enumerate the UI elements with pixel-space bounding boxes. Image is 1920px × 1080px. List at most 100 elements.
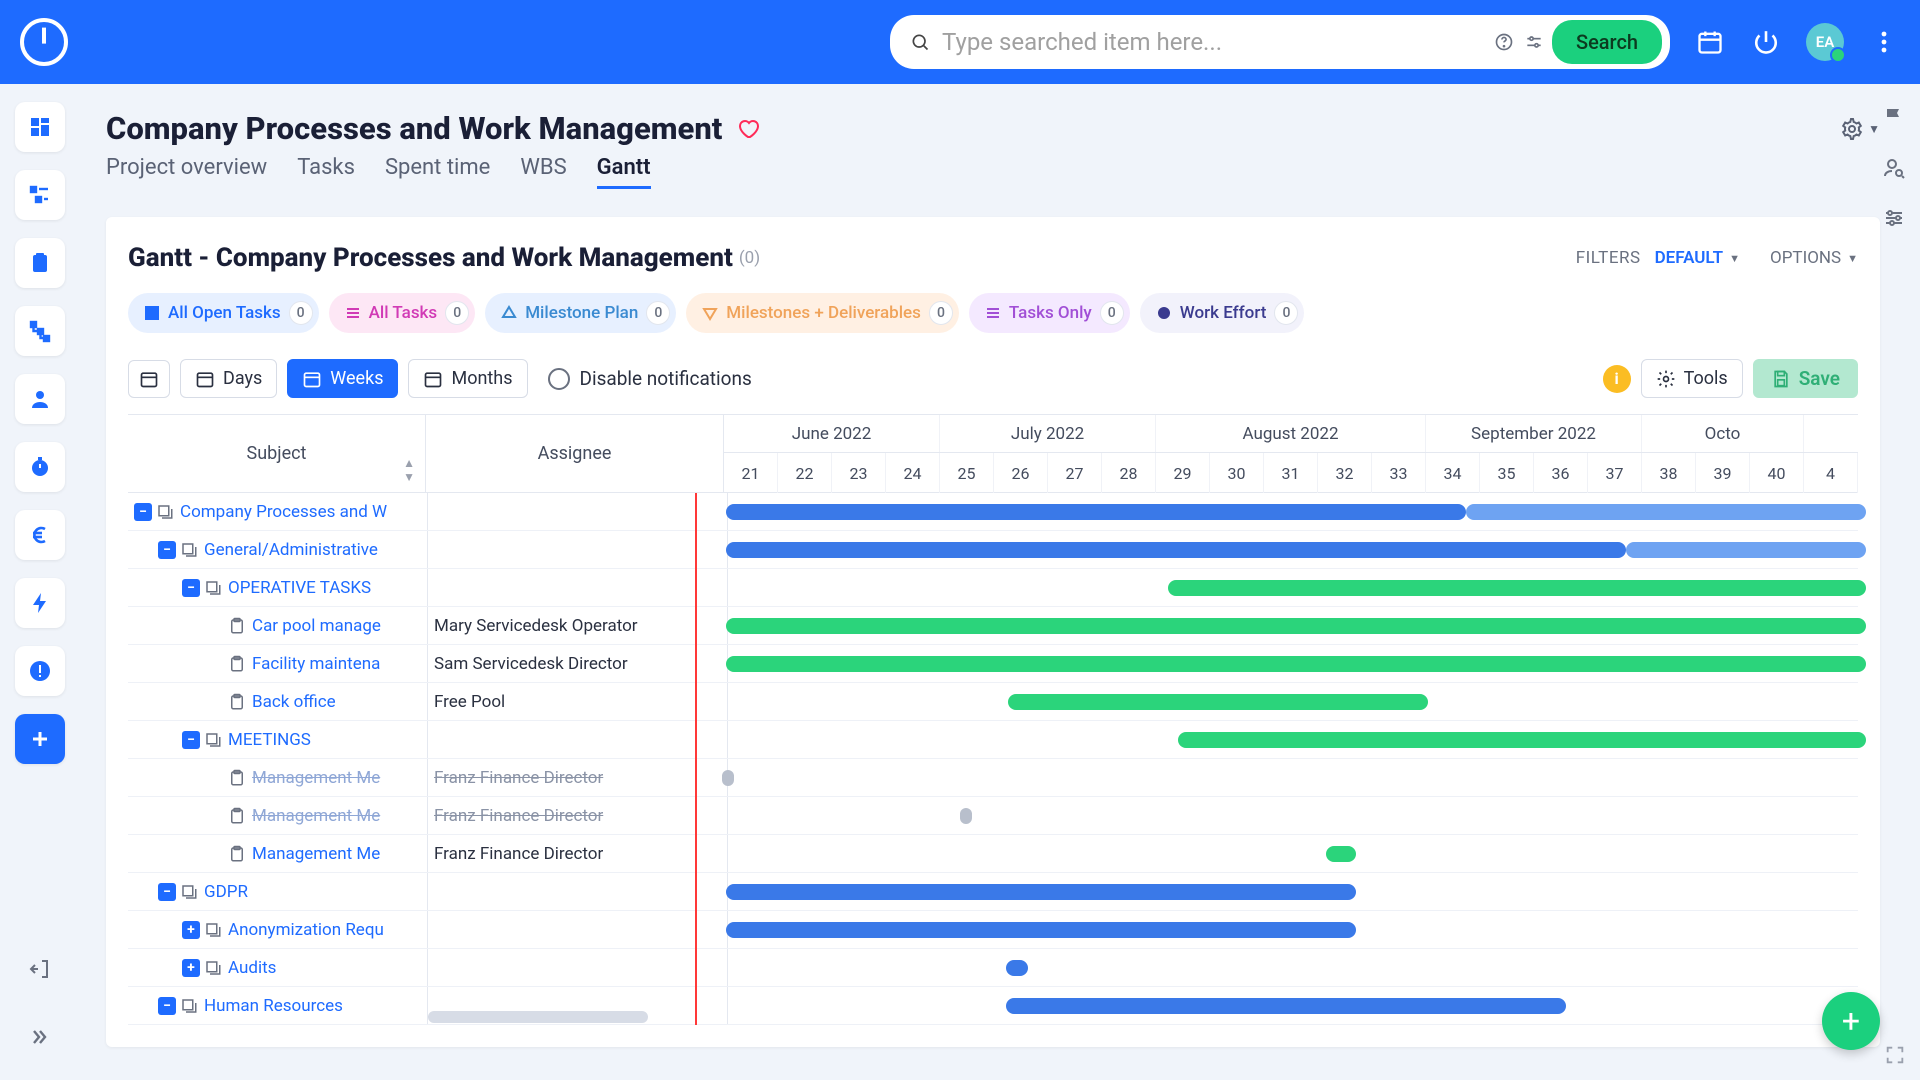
save-button[interactable]: Save [1753, 359, 1858, 398]
row-toggle[interactable]: − [182, 731, 200, 749]
gantt-bar[interactable] [960, 808, 972, 824]
fab-add[interactable]: + [1822, 992, 1880, 1050]
person-search-icon[interactable] [1882, 156, 1906, 180]
help-icon[interactable] [1494, 32, 1514, 52]
row-toggle[interactable]: − [158, 997, 176, 1015]
row-subject[interactable]: Management Me [252, 768, 380, 788]
gantt-bar[interactable] [726, 884, 1356, 900]
search-input[interactable] [942, 28, 1494, 56]
tab-tasks[interactable]: Tasks [297, 155, 355, 189]
user-avatar[interactable]: EA [1806, 23, 1844, 61]
favorite-icon[interactable] [736, 117, 760, 141]
chip-all-open-tasks[interactable]: All Open Tasks0 [128, 293, 319, 333]
row-assignee [428, 949, 728, 986]
row-subject[interactable]: General/Administrative [204, 540, 378, 560]
col-subject-header[interactable]: Subject▲▼ [128, 415, 426, 492]
col-assignee-header[interactable]: Assignee [426, 415, 724, 492]
filter-chips: All Open Tasks0All Tasks0Milestone Plan0… [128, 293, 1858, 333]
rail-dashboard[interactable] [15, 102, 65, 152]
chip-milestones-deliverables[interactable]: Milestones + Deliverables0 [686, 293, 959, 333]
gantt-bar[interactable] [1326, 846, 1356, 862]
row-toggle[interactable]: − [182, 579, 200, 597]
chip-all-tasks[interactable]: All Tasks0 [329, 293, 476, 333]
gantt-bar[interactable] [726, 618, 1866, 634]
week-header: 25 [940, 453, 994, 493]
horizontal-scrollbar[interactable] [428, 1011, 648, 1023]
app-logo[interactable] [20, 18, 68, 66]
chip-work-effort[interactable]: Work Effort0 [1140, 293, 1305, 333]
filter-sliders-icon[interactable] [1882, 206, 1906, 230]
gantt-bar[interactable] [1008, 694, 1428, 710]
filters-label: FILTERS [1576, 248, 1641, 268]
fullscreen-icon[interactable] [1884, 1044, 1906, 1066]
more-menu-icon[interactable] [1868, 26, 1900, 58]
rail-euro[interactable] [15, 510, 65, 560]
chip-milestone-plan[interactable]: Milestone Plan0 [485, 293, 676, 333]
gantt-bar[interactable] [1178, 732, 1866, 748]
week-header: 23 [832, 453, 886, 493]
chip-tasks-only[interactable]: Tasks Only0 [969, 293, 1130, 333]
row-subject[interactable]: Anonymization Requ [228, 920, 384, 940]
rail-activity[interactable] [15, 578, 65, 628]
tab-gantt[interactable]: Gantt [597, 155, 651, 189]
rail-timer[interactable] [15, 442, 65, 492]
row-assignee: Mary Servicedesk Operator [428, 607, 728, 644]
view-months-button[interactable]: Months [408, 359, 527, 398]
tab-spent-time[interactable]: Spent time [385, 155, 490, 189]
settings-sliders-icon[interactable] [1524, 32, 1544, 52]
gantt-bar[interactable] [1466, 504, 1866, 520]
row-assignee: Franz Finance Director [428, 835, 728, 872]
power-icon[interactable] [1750, 26, 1782, 58]
gantt-row: Management Me Franz Finance Director [128, 835, 1858, 873]
flag-icon[interactable] [1882, 106, 1906, 130]
row-toggle[interactable]: − [134, 503, 152, 521]
rail-collapse[interactable] [15, 1012, 65, 1062]
view-days-button[interactable]: Days [180, 359, 277, 398]
rail-alert[interactable] [15, 646, 65, 696]
row-subject[interactable]: Company Processes and W [180, 502, 387, 522]
row-subject[interactable]: Management Me [252, 844, 380, 864]
row-toggle[interactable]: + [182, 921, 200, 939]
row-subject[interactable]: Audits [228, 958, 276, 978]
gantt-bar[interactable] [1626, 542, 1866, 558]
row-subject[interactable]: MEETINGS [228, 730, 311, 750]
gantt-bar[interactable] [726, 922, 1356, 938]
rail-hierarchy[interactable] [15, 306, 65, 356]
row-subject[interactable]: GDPR [204, 882, 248, 902]
info-badge[interactable]: i [1603, 365, 1631, 393]
gantt-bar[interactable] [1006, 960, 1028, 976]
tools-button[interactable]: Tools [1641, 359, 1743, 398]
left-sidebar [0, 84, 80, 1080]
tab-project-overview[interactable]: Project overview [106, 155, 267, 189]
gantt-bar[interactable] [726, 542, 1626, 558]
row-subject[interactable]: Management Me [252, 806, 380, 826]
gantt-bar[interactable] [726, 504, 1466, 520]
rail-user[interactable] [15, 374, 65, 424]
gantt-bar[interactable] [722, 770, 734, 786]
rail-tree[interactable] [15, 170, 65, 220]
gantt-bar[interactable] [1168, 580, 1866, 596]
row-toggle[interactable]: + [182, 959, 200, 977]
row-subject[interactable]: Human Resources [204, 996, 343, 1016]
gantt-bar[interactable] [726, 656, 1866, 672]
row-toggle[interactable]: − [158, 541, 176, 559]
gantt-bar[interactable] [1006, 998, 1566, 1014]
row-subject[interactable]: Car pool manage [252, 616, 381, 636]
sort-icon[interactable]: ▲▼ [403, 456, 415, 484]
disable-notifications-toggle[interactable]: Disable notifications [548, 367, 752, 390]
week-header: 27 [1048, 453, 1102, 493]
row-subject[interactable]: OPERATIVE TASKS [228, 578, 371, 598]
view-weeks-button[interactable]: Weeks [287, 359, 398, 398]
rail-logout[interactable] [15, 944, 65, 994]
calendar-icon[interactable] [1694, 26, 1726, 58]
search-button[interactable]: Search [1552, 20, 1662, 64]
row-toggle[interactable]: − [158, 883, 176, 901]
rail-clipboard[interactable] [15, 238, 65, 288]
tab-wbs[interactable]: WBS [520, 155, 566, 189]
row-subject[interactable]: Facility maintena [252, 654, 380, 674]
rail-add[interactable] [15, 714, 65, 764]
filters-dropdown[interactable]: DEFAULT▼ [1655, 248, 1740, 268]
options-dropdown[interactable]: OPTIONS▼ [1770, 248, 1858, 268]
row-subject[interactable]: Back office [252, 692, 336, 712]
date-picker-button[interactable] [128, 360, 170, 398]
